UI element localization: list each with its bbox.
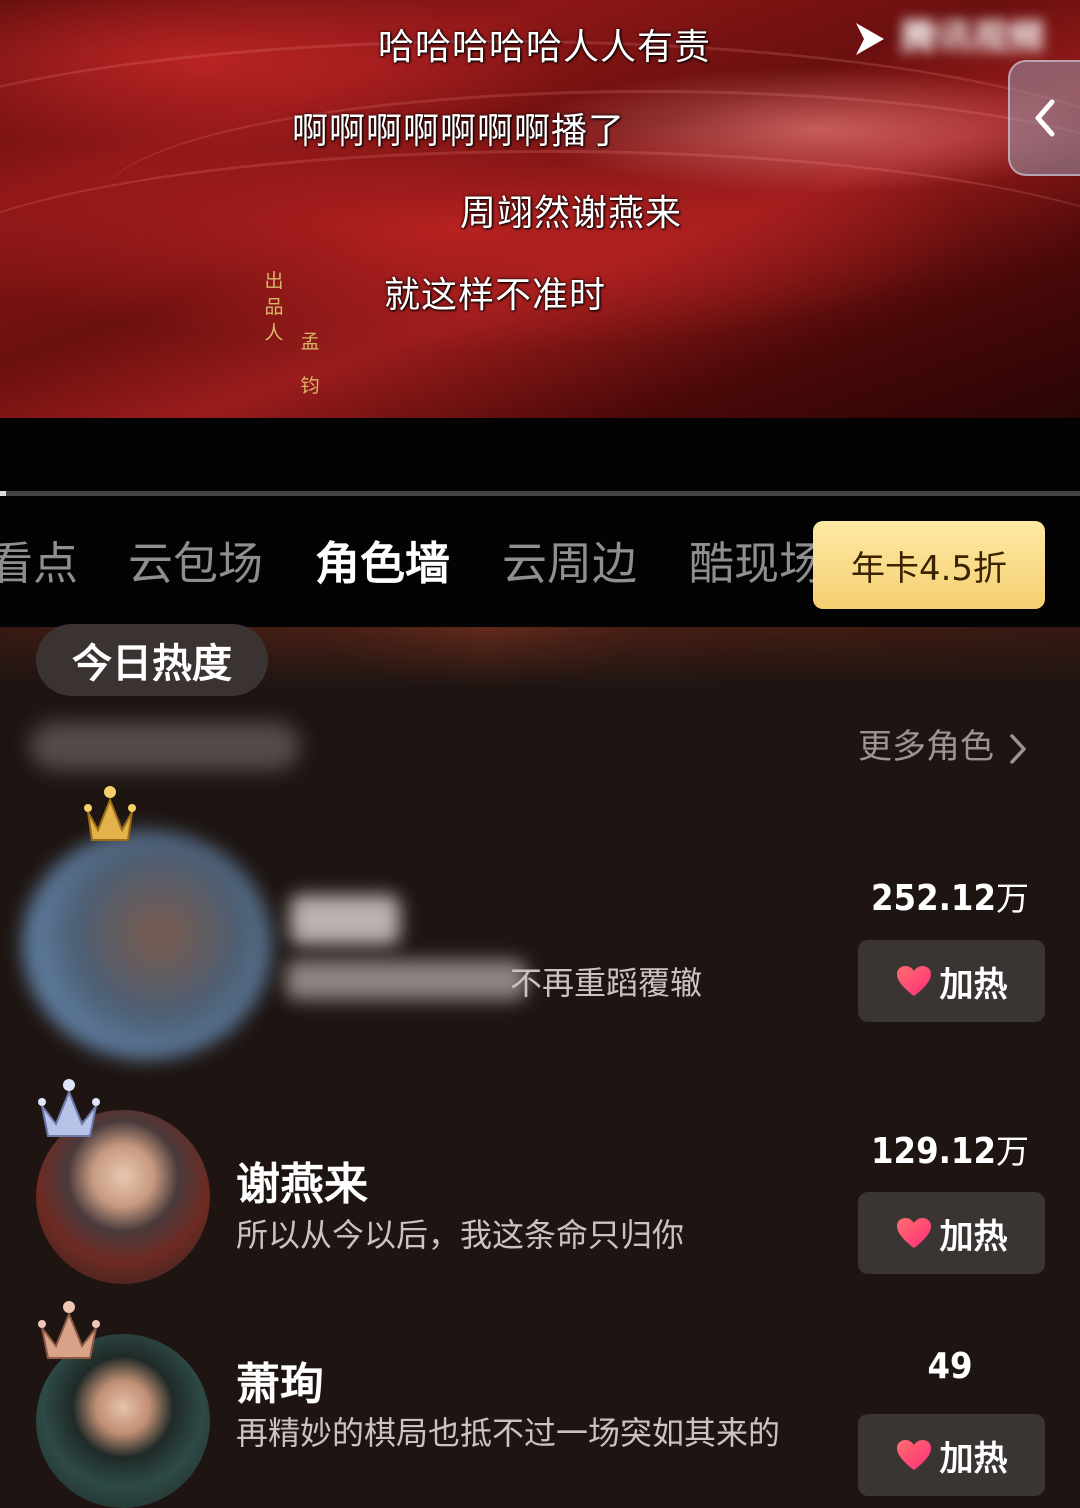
- gold-crown-icon: [84, 786, 136, 841]
- character-name: 谢燕来: [236, 1159, 368, 1210]
- video-player[interactable]: 哈哈哈哈哈人人有责 啊啊啊啊啊啊啊播了 周翊然谢燕来 就这样不准时 出品人 孟钧…: [0, 0, 1080, 418]
- heat-score-unit: 万: [995, 879, 1029, 918]
- heat-score-value: 49: [927, 1346, 973, 1387]
- heat-score: 49: [855, 1346, 1045, 1387]
- credit-name: 孟钧: [300, 331, 320, 397]
- character-quote: 不再重蹈覆辙: [510, 964, 703, 1002]
- heart-icon: [896, 1218, 931, 1248]
- today-heat-badge: 今日热度: [36, 624, 268, 696]
- silver-crown-icon: [38, 1079, 100, 1137]
- heat-score: 129.12万: [855, 1125, 1045, 1173]
- avatar: [22, 830, 272, 1060]
- more-characters-label: 更多角色: [858, 727, 994, 767]
- tab-character-wall[interactable]: 角色墙: [315, 534, 450, 594]
- credit-role: 出品人: [264, 270, 284, 344]
- chevron-left-icon: [1035, 99, 1055, 137]
- chevron-right-icon: [1010, 733, 1026, 764]
- heat-score: 252.12万: [855, 872, 1045, 920]
- danmaku-comment: 周翊然谢燕来: [460, 193, 683, 234]
- danmaku-comment: 就这样不准时: [384, 275, 607, 316]
- boost-heat-label: 加热: [939, 1216, 1008, 1257]
- danmaku-comment: 哈哈哈哈哈人人有责: [378, 27, 712, 68]
- more-characters-link[interactable]: 更多角色: [858, 722, 1028, 772]
- annual-card-promo-button[interactable]: 年卡4.5折: [813, 521, 1045, 609]
- section-title-blurred: [30, 722, 300, 770]
- heat-score-value: 129.12: [871, 1131, 996, 1172]
- boost-heat-label: 加热: [939, 1438, 1008, 1479]
- boost-heat-button[interactable]: 加热: [858, 1414, 1045, 1496]
- progress-bar[interactable]: [0, 491, 1080, 496]
- heat-score-unit: 万: [995, 1132, 1029, 1171]
- heat-score-value: 252.12: [871, 878, 996, 919]
- heart-icon: [896, 966, 931, 996]
- character-name-blurred: [290, 895, 400, 945]
- bronze-crown-icon: [38, 1301, 100, 1359]
- character-quote: 所以从今以后，我这条命只归你: [236, 1216, 685, 1254]
- tab-cloud-screening[interactable]: 云包场: [128, 534, 263, 594]
- tab-cloud-merch[interactable]: 云周边: [502, 534, 637, 594]
- channel-logo: 腾讯视频: [852, 8, 1080, 68]
- boost-heat-label: 加热: [939, 964, 1008, 1005]
- boost-heat-button[interactable]: 加热: [858, 940, 1045, 1022]
- heart-icon: [896, 1440, 931, 1470]
- danmaku-comment: 啊啊啊啊啊啊啊播了: [292, 111, 626, 152]
- collapse-button[interactable]: [1008, 60, 1080, 176]
- character-quote: 再精妙的棋局也抵不过一场突如其来的: [236, 1414, 781, 1452]
- character-name: 萧珣: [236, 1359, 324, 1410]
- character-quote-blurred-part: [286, 960, 526, 1000]
- tab-bar: 看点 云包场 角色墙 云周边 酷现场: [0, 520, 820, 610]
- tab-live-scene[interactable]: 酷现场: [689, 534, 820, 594]
- play-logo-icon: [856, 23, 884, 55]
- progress-bar-fill: [0, 491, 6, 496]
- boost-heat-button[interactable]: 加热: [858, 1192, 1045, 1274]
- tab-kandian[interactable]: 看点: [0, 534, 78, 594]
- channel-logo-text: 腾讯视频: [900, 17, 1045, 58]
